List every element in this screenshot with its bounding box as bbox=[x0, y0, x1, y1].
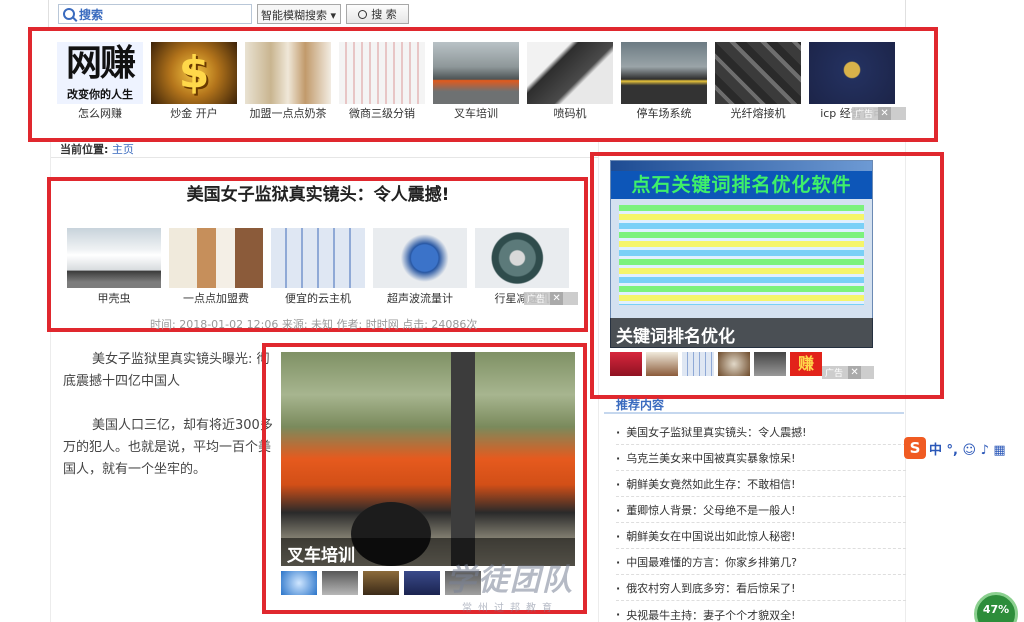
breadcrumb: 当前位置: 主页 bbox=[60, 141, 134, 157]
inline-ad-image-1[interactable] bbox=[67, 228, 161, 288]
search-input[interactable]: 搜索 bbox=[58, 4, 252, 24]
divider bbox=[50, 157, 598, 158]
article-paragraph-2-line-3: 国人，就有一个坐牢的。 bbox=[63, 462, 207, 477]
search-input-label: 搜索 bbox=[79, 7, 104, 22]
ime-toolbar-label: 中 °, ☺ ♪ ▦ bbox=[929, 442, 1006, 458]
inline-ad-image-2[interactable] bbox=[169, 228, 263, 288]
inline-ad-caption-4[interactable]: 超声波流量计 bbox=[373, 290, 467, 306]
dollar-icon: $ bbox=[178, 47, 210, 98]
article-paragraph-1-line-2: 底震撼十四亿中国人 bbox=[63, 374, 181, 389]
recommend-item[interactable]: 美国女子监狱里真实镜头：令人震撼! bbox=[616, 420, 906, 445]
top-ad-image-1[interactable]: 网赚 改变你的人生 bbox=[57, 42, 143, 104]
ad-badge-label: 广告 bbox=[855, 110, 874, 120]
recommend-item[interactable]: 董卿惊人背景：父母绝不是一般人! bbox=[616, 498, 906, 523]
software-ad-title: 点石关键词排名优化软件 bbox=[611, 171, 872, 199]
ime-toolbar[interactable]: S 中 °, ☺ ♪ ▦ bbox=[904, 437, 1024, 459]
forklift-mast bbox=[451, 352, 475, 566]
software-window-titlebar bbox=[611, 161, 872, 171]
article-paragraph-2-line-2: 万的犯人。也就是说，平均一百个美 bbox=[63, 440, 272, 455]
close-icon[interactable]: ✕ bbox=[878, 107, 892, 120]
top-ad-caption-7[interactable]: 停车场系统 bbox=[621, 105, 707, 121]
recommend-item[interactable]: 中国最难懂的方言：你家乡排第几? bbox=[616, 550, 906, 575]
top-ad-caption-1[interactable]: 怎么网赚 bbox=[57, 105, 143, 121]
software-table bbox=[619, 205, 864, 305]
inline-ad-image-4[interactable] bbox=[373, 228, 467, 288]
top-ad-image-8[interactable] bbox=[715, 42, 801, 104]
breadcrumb-home-link[interactable]: 主页 bbox=[112, 143, 134, 156]
recommend-item[interactable]: 俄农村穷人到底多穷：看后惊呆了! bbox=[616, 576, 906, 601]
software-thumb-4[interactable] bbox=[718, 352, 750, 376]
article-meta: 时间: 2018-01-02 12:06 来源: 未知 作者: 时时网 点击: … bbox=[150, 318, 478, 331]
top-ad-image-2[interactable]: $ bbox=[151, 42, 237, 104]
inline-ad-caption-3[interactable]: 便宜的云主机 bbox=[271, 290, 365, 306]
top-ad-caption-2[interactable]: 炒金 开户 bbox=[151, 105, 237, 121]
ad-badge-label: 广告 bbox=[825, 369, 844, 379]
recommend-item[interactable]: 朝鲜美女在中国说出如此惊人秘密! bbox=[616, 524, 906, 549]
progress-indicator[interactable]: 47% bbox=[974, 592, 1018, 622]
inline-ad-caption-2[interactable]: 一点点加盟费 bbox=[169, 290, 263, 306]
close-icon[interactable]: ✕ bbox=[550, 292, 564, 305]
search-icon bbox=[63, 8, 75, 20]
top-ad-image-7[interactable] bbox=[621, 42, 707, 104]
top-ad-caption-6[interactable]: 喷码机 bbox=[527, 105, 613, 121]
ad-badge-label: 广告 bbox=[527, 295, 546, 305]
search-icon bbox=[358, 9, 368, 19]
top-ad-image-6[interactable] bbox=[527, 42, 613, 104]
top-ad-caption-3[interactable]: 加盟一点点奶茶 bbox=[241, 105, 335, 121]
watermark: 学徒团队 常州过邦教育 bbox=[410, 555, 610, 622]
inline-ad-caption-1[interactable]: 甲壳虫 bbox=[67, 290, 161, 306]
software-thumb-2[interactable] bbox=[646, 352, 678, 376]
search-mode-select[interactable]: 智能模糊搜索 ▾ bbox=[257, 4, 341, 24]
close-icon[interactable]: ✕ bbox=[848, 366, 862, 379]
forklift-thumb-2[interactable] bbox=[322, 571, 358, 595]
search-button[interactable]: 搜 索 bbox=[346, 4, 409, 24]
inline-ad-image-5[interactable] bbox=[475, 228, 569, 288]
recommend-item[interactable]: 央视最牛主持：妻子个个才貌双全! bbox=[616, 602, 906, 622]
ad-badge: 广告 ✕ bbox=[822, 366, 874, 379]
article-paragraph-1-line-1: 美女子监狱里真实镜头曝光: 彻 bbox=[92, 352, 270, 367]
software-thumb-6[interactable]: 赚 bbox=[790, 352, 822, 376]
breadcrumb-label: 当前位置: bbox=[60, 143, 109, 156]
top-ad-caption-8[interactable]: 光纤熔接机 bbox=[715, 105, 801, 121]
ad-overlay-small: 改变你的人生 bbox=[67, 88, 133, 101]
recommend-item[interactable]: 乌克兰美女来中国被真实暴象惊呆! bbox=[616, 446, 906, 471]
recommend-item[interactable]: 朝鲜美女竟然如此生存：不敢相信! bbox=[616, 472, 906, 497]
watermark-main: 学徒团队 bbox=[446, 563, 574, 598]
ad-badge: 广告 ✕ bbox=[852, 107, 906, 120]
software-thumb-1[interactable] bbox=[610, 352, 642, 376]
search-button-label: 搜 索 bbox=[371, 8, 397, 21]
forklift-thumb-3[interactable] bbox=[363, 571, 399, 595]
top-ad-image-4[interactable] bbox=[339, 42, 425, 104]
top-ad-caption-5[interactable]: 叉车培训 bbox=[433, 105, 519, 121]
top-ad-caption-4[interactable]: 微商三级分销 bbox=[339, 105, 425, 121]
article-title: 美国女子监狱真实镜头：令人震撼! bbox=[186, 185, 450, 205]
forklift-ad-image[interactable] bbox=[281, 352, 575, 566]
forklift-thumb-1[interactable] bbox=[281, 571, 317, 595]
software-thumb-5[interactable] bbox=[754, 352, 786, 376]
sogou-icon: S bbox=[904, 437, 926, 459]
ad-badge: 广告 ✕ bbox=[524, 292, 578, 305]
inline-ad-image-3[interactable] bbox=[271, 228, 365, 288]
top-ad-image-3[interactable] bbox=[245, 42, 331, 104]
top-ad-image-5[interactable] bbox=[433, 42, 519, 104]
ad-overlay-big: 网赚 bbox=[65, 43, 136, 84]
watermark-sub: 常州过邦教育 bbox=[462, 603, 558, 614]
software-ad-banner[interactable]: 关键词排名优化 bbox=[610, 318, 873, 348]
recommend-heading: 推荐内容 bbox=[604, 396, 904, 414]
software-thumb-3[interactable] bbox=[682, 352, 714, 376]
top-ad-image-9[interactable] bbox=[809, 42, 895, 104]
article-paragraph-2-line-1: 美国人口三亿，却有将近300多 bbox=[92, 418, 273, 433]
